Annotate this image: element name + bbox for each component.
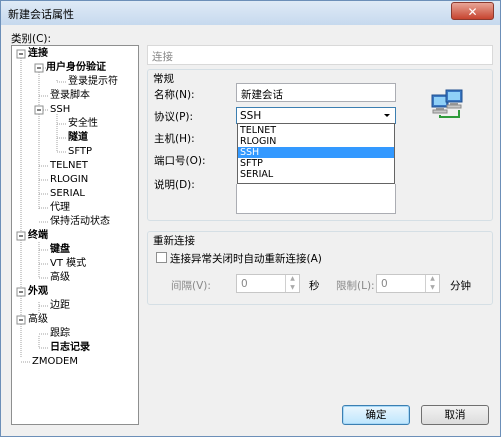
tree-item-appearance[interactable]: 外观 [28, 286, 48, 298]
interval-spinner[interactable]: 0 ▲ ▼ [236, 274, 300, 293]
protocol-option-telnet[interactable]: TELNET [238, 125, 394, 136]
cancel-button[interactable]: 取消 [421, 405, 489, 425]
tree-item-ssh[interactable]: SSH [50, 104, 70, 116]
minutes-unit: 分钟 [450, 280, 471, 292]
tree-item-proxy[interactable]: 代理 [50, 202, 70, 214]
down-arrow-icon[interactable]: ▼ [426, 284, 439, 293]
tree-item-rlogin[interactable]: RLOGIN [50, 174, 88, 186]
protocol-select[interactable]: SSH [236, 107, 396, 124]
tree-item-zmodem[interactable]: ZMODEM [32, 356, 78, 368]
tree-item-advanced[interactable]: 高级 [28, 314, 48, 326]
tree-item-serial[interactable]: SERIAL [50, 188, 85, 200]
tree-item-login-script[interactable]: 登录脚本 [50, 90, 90, 102]
close-icon: ✕ [467, 5, 478, 19]
tree-item-keep-alive[interactable]: 保持活动状态 [50, 216, 110, 228]
tree-item-connection[interactable]: 连接 [28, 48, 48, 60]
description-input[interactable] [236, 184, 396, 214]
tree-item-sftp[interactable]: SFTP [68, 146, 92, 158]
protocol-option-rlogin[interactable]: RLOGIN [238, 136, 394, 147]
chevron-down-icon[interactable] [379, 108, 395, 123]
reconnect-group [147, 231, 493, 305]
name-label: 名称(N): [154, 89, 195, 101]
auto-reconnect-label: 连接异常关闭时自动重新连接(A) [170, 253, 322, 265]
close-button[interactable]: ✕ [451, 2, 494, 20]
tree-item-margins[interactable]: 边距 [50, 300, 70, 312]
tree-item-terminal[interactable]: 终端 [28, 230, 48, 242]
down-arrow-icon[interactable]: ▼ [286, 284, 299, 293]
protocol-option-sftp[interactable]: SFTP [238, 158, 394, 169]
general-group-title: 常规 [153, 73, 174, 85]
limit-label: 限制(L): [336, 280, 375, 292]
ok-button[interactable]: 确定 [342, 405, 410, 425]
interval-label: 间隔(V): [171, 280, 211, 292]
interval-spin-buttons[interactable]: ▲ ▼ [285, 275, 299, 292]
up-arrow-icon[interactable]: ▲ [286, 275, 299, 284]
protocol-select-value: SSH [240, 110, 262, 122]
tree-item-keyboard[interactable]: 键盘 [50, 244, 70, 256]
category-label: 类别(C): [11, 33, 52, 45]
panel-header: 连接 [147, 45, 493, 65]
interval-value: 0 [241, 278, 248, 290]
tree-item-vt-mode[interactable]: VT 模式 [50, 258, 86, 270]
auto-reconnect-checkbox[interactable] [156, 252, 167, 263]
tree-item-security[interactable]: 安全性 [68, 118, 98, 130]
tree-item-trace[interactable]: 跟踪 [50, 328, 70, 340]
tree-item-tunneling[interactable]: 隧道 [68, 132, 88, 144]
tree-item-user-auth[interactable]: 用户身份验证 [46, 62, 106, 74]
name-input-value: 新建会话 [241, 89, 283, 101]
protocol-option-serial[interactable]: SERIAL [238, 169, 394, 180]
limit-spin-buttons[interactable]: ▲ ▼ [425, 275, 439, 292]
tree-item-login-prompt[interactable]: 登录提示符 [68, 76, 118, 88]
reconnect-group-title: 重新连接 [153, 235, 195, 247]
protocol-label: 协议(P): [154, 111, 194, 123]
title-bar[interactable]: 新建会话属性 ✕ [1, 1, 500, 25]
description-label: 说明(D): [154, 179, 195, 191]
limit-value: 0 [381, 278, 388, 290]
seconds-unit: 秒 [309, 280, 320, 292]
panel-title: 连接 [152, 51, 173, 63]
network-computers-icon [431, 89, 463, 118]
tree-item-logging[interactable]: 日志记录 [50, 342, 90, 354]
protocol-option-ssh[interactable]: SSH [238, 147, 394, 158]
host-label: 主机(H): [154, 133, 195, 145]
window-title: 新建会话属性 [8, 8, 74, 21]
tree-item-terminal-advanced[interactable]: 高级 [50, 272, 70, 284]
up-arrow-icon[interactable]: ▲ [426, 275, 439, 284]
protocol-dropdown[interactable]: TELNET RLOGIN SSH SFTP SERIAL [237, 123, 395, 184]
tree-item-telnet[interactable]: TELNET [50, 160, 88, 172]
limit-spinner[interactable]: 0 ▲ ▼ [376, 274, 440, 293]
session-properties-dialog: 新建会话属性 ✕ 类别(C): 连接 用户身份验证 登录提示符 登录脚本 SSH… [0, 0, 501, 437]
port-label: 端口号(O): [154, 155, 206, 167]
name-input[interactable]: 新建会话 [236, 83, 396, 102]
category-tree[interactable]: 连接 用户身份验证 登录提示符 登录脚本 SSH 安全性 隧道 SFTP TEL… [11, 45, 139, 425]
